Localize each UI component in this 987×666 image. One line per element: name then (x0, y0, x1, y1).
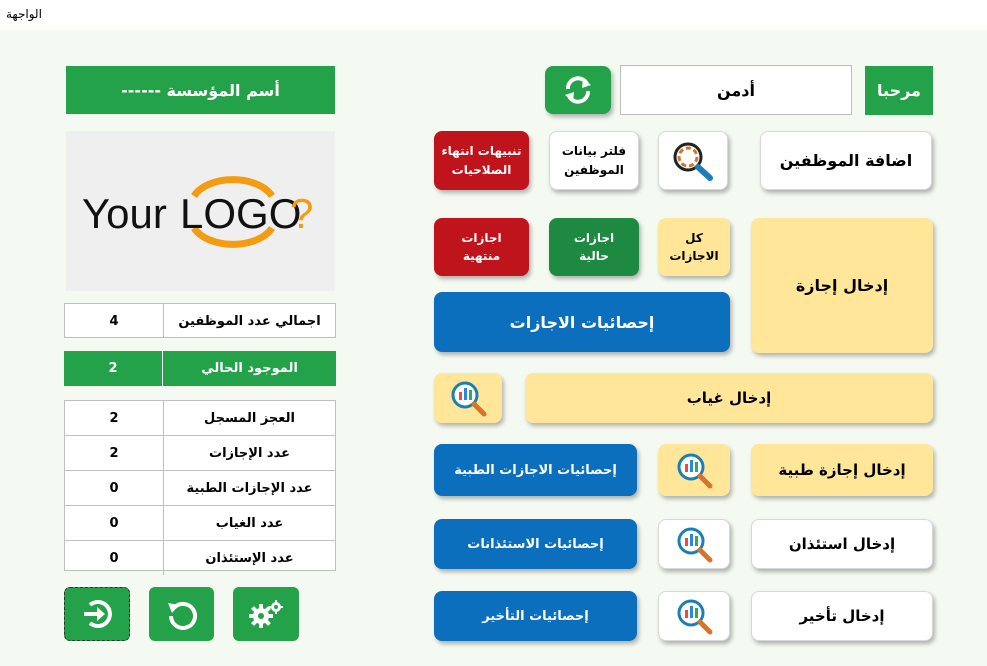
company-logo: Your LOGO ? (66, 131, 335, 291)
add-employees-button[interactable]: اضافة الموظفين (760, 131, 932, 190)
present-box: 2 الموجود الحالي (64, 351, 336, 386)
stat-value: 0 (65, 506, 164, 540)
stat-value: 0 (65, 541, 164, 575)
enter-absence-button[interactable]: إدخال غياب (525, 373, 933, 423)
total-employees-row: 4 اجمالي عدد الموظفين (65, 304, 335, 338)
expiry-alerts-button[interactable]: تنبيهات انتهاء الصلاحيات (434, 131, 529, 190)
total-employees-box: 4 اجمالي عدد الموظفين (64, 303, 336, 338)
stats-table: 2 العجز المسجل 2 عدد الإجازات 0 عدد الإج… (64, 400, 336, 575)
table-row: 2 العجز المسجل (65, 401, 335, 436)
permission-stats-button[interactable]: إحصائيات الاستئذانات (434, 519, 637, 569)
stat-value: 2 (65, 436, 164, 470)
undo-icon (167, 601, 197, 630)
current-leaves-button[interactable]: اجازات حالية (549, 218, 639, 276)
stat-value: 0 (65, 471, 164, 505)
exit-icon (84, 600, 112, 628)
medical-search-button[interactable] (658, 444, 730, 496)
leave-stats-button[interactable]: إحصائيات الاجازات (434, 292, 730, 352)
present-label: الموجود الحالي (201, 361, 298, 376)
stats-magnifier-icon (677, 453, 713, 489)
user-name-field: أدمن (620, 65, 852, 115)
table-row: 2 عدد الإجازات (65, 436, 335, 471)
stats-magnifier-icon (451, 381, 487, 417)
reset-button[interactable] (149, 587, 214, 641)
logo-text-logo: LOGO (180, 190, 301, 237)
total-employees-value: 4 (65, 304, 164, 338)
filter-employees-button[interactable]: فلتر بيانات الموظفين (549, 131, 639, 190)
permission-search-button[interactable] (658, 519, 730, 569)
search-employees-button[interactable] (658, 131, 728, 190)
enter-permission-button[interactable]: إدخال استئذان (751, 519, 933, 569)
present-value: 2 (64, 351, 163, 386)
all-leaves-button[interactable]: كل الاجازات (658, 218, 730, 276)
stats-magnifier-icon (677, 599, 713, 635)
settings-button[interactable] (233, 587, 299, 641)
refresh-button[interactable] (545, 66, 611, 114)
stat-label: عدد الغياب (215, 515, 284, 531)
stat-label: العجز المسجل (204, 410, 295, 426)
ended-leaves-button[interactable]: اجازات منتهية (434, 218, 529, 276)
enter-leave-button[interactable]: إدخال إجازة (751, 218, 933, 353)
magnifier-icon (673, 142, 713, 181)
org-name-header: أسم المؤسسة ------ (66, 66, 335, 114)
medical-leave-stats-button[interactable]: إحصائيات الاجازات الطبية (434, 444, 637, 496)
logo-image: Your LOGO ? (82, 176, 313, 248)
enter-medical-leave-button[interactable]: إدخال إجازة طبية (751, 444, 933, 496)
welcome-label: مرحبا (865, 66, 933, 115)
gear-icon (249, 600, 283, 628)
logout-button[interactable] (64, 587, 130, 641)
refresh-icon (565, 76, 591, 104)
stat-label: عدد الإستئذان (205, 550, 294, 566)
delay-stats-button[interactable]: إحصائيات التأخير (434, 591, 637, 641)
table-row: 0 عدد الإستئذان (65, 541, 335, 575)
window-title: الواجهة (6, 7, 42, 21)
total-employees-label: اجمالي عدد الموظفين (178, 313, 321, 329)
logo-text-your: Your (82, 190, 167, 237)
stat-label: عدد الإجازات (209, 445, 290, 461)
absence-stats-button[interactable] (434, 373, 502, 423)
table-row: 0 عدد الإجازات الطبية (65, 471, 335, 506)
window-titlebar: الواجهة (0, 0, 987, 30)
stats-magnifier-icon (677, 527, 713, 563)
enter-delay-button[interactable]: إدخال تأخير (751, 591, 933, 641)
logo-text-q: ? (290, 190, 313, 237)
stat-label: عدد الإجازات الطبية (186, 480, 313, 496)
table-row: 0 عدد الغياب (65, 506, 335, 541)
stat-value: 2 (65, 401, 164, 435)
delay-search-button[interactable] (658, 591, 730, 641)
